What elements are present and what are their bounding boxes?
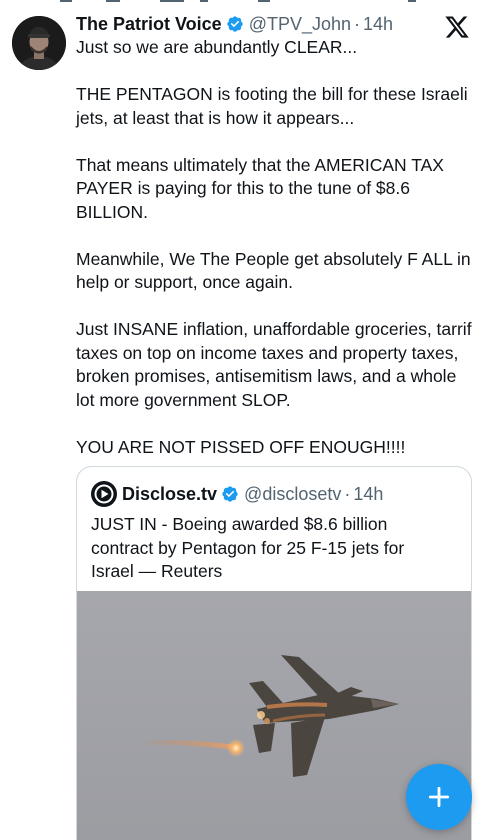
previous-item-cutoff (0, 0, 483, 8)
tweet-paragraph: Just INSANE inflation, unaffordable groc… (76, 319, 472, 410)
meta-separator: · (354, 13, 361, 34)
quoted-author-display-name[interactable]: Disclose.tv (122, 484, 217, 505)
tweet-header: The Patriot Voice @TPV_John · 14h (76, 13, 393, 35)
tweet-paragraph: YOU ARE NOT PISSED OFF ENOUGH!!!! (76, 436, 406, 457)
quoted-tweet-text: JUST IN - Boeing awarded $8.6 billion co… (91, 514, 405, 581)
tweet-paragraph: THE PENTAGON is footing the bill for the… (76, 84, 468, 128)
verified-badge-icon (222, 486, 238, 502)
quoted-author-handle[interactable]: @disclosetv (244, 484, 341, 505)
tweet-paragraph: That means ultimately that the AMERICAN … (76, 154, 444, 222)
author-avatar[interactable] (12, 16, 66, 70)
tweet-paragraph: Just so we are abundantly CLEAR... (76, 37, 358, 57)
author-handle[interactable]: @TPV_John (249, 14, 351, 35)
compose-button[interactable] (406, 764, 472, 830)
plus-icon (428, 786, 450, 808)
tweet-timestamp[interactable]: 14h (363, 14, 393, 35)
quoted-tweet-timestamp[interactable]: 14h (353, 484, 383, 505)
tweet-paragraph: Meanwhile, We The People get absolutely … (76, 248, 471, 293)
disclose-logo-icon[interactable] (91, 481, 117, 507)
tweet-text: Just so we are abundantly CLEAR... THE P… (76, 36, 476, 459)
verified-badge-icon (227, 16, 243, 32)
meta-separator: · (344, 483, 351, 504)
author-display-name[interactable]: The Patriot Voice (76, 14, 222, 35)
quoted-tweet-header: Disclose.tv @disclosetv · 14h (91, 481, 383, 507)
